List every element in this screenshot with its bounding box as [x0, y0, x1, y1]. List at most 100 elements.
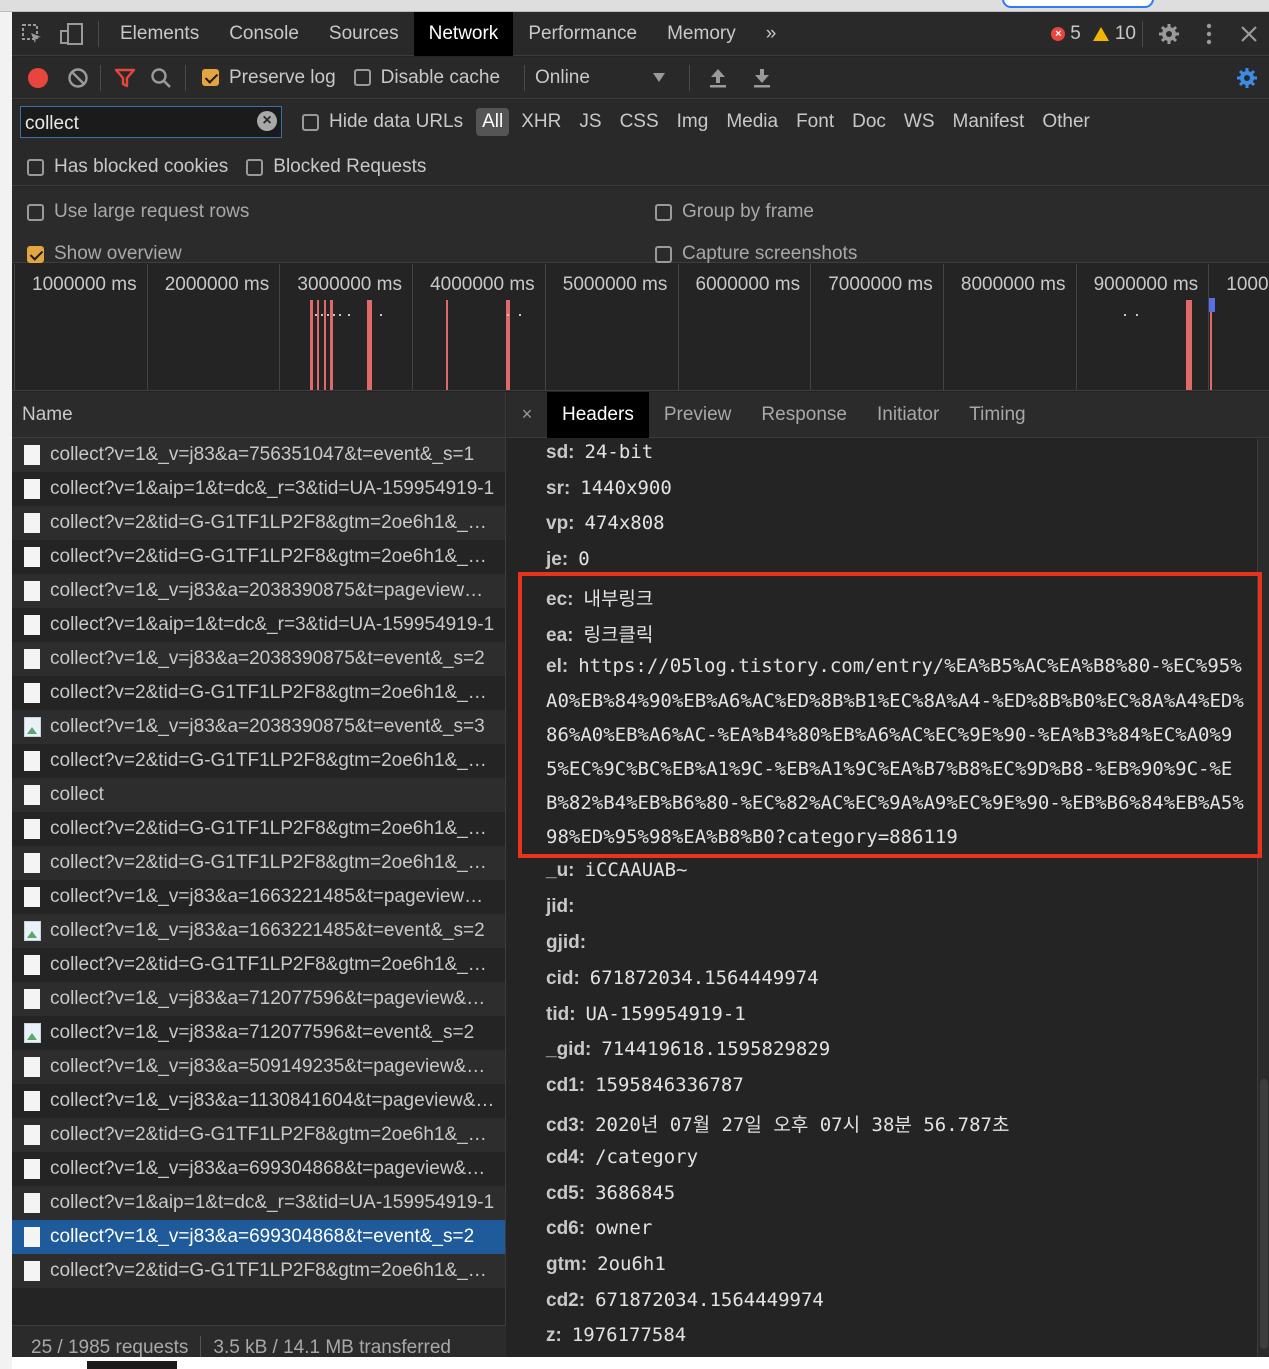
request-row[interactable]: collect?v=1&_v=j83&a=699304868&t=pagevie… [12, 1152, 505, 1186]
type-filter-all[interactable]: All [476, 108, 510, 136]
has-blocked-cookies-check[interactable] [27, 158, 44, 176]
gear-icon[interactable] [1149, 12, 1189, 56]
param-key: cd5: [546, 1183, 586, 1204]
upload-icon[interactable] [696, 56, 740, 100]
request-row[interactable]: collect?v=1&_v=j83&a=2038390875&t=event&… [12, 710, 505, 744]
disable-cache-checkbox[interactable]: Disable cache [353, 67, 500, 89]
group-by-frame-check[interactable] [655, 203, 672, 221]
scrollbar-thumb[interactable] [1260, 1079, 1268, 1349]
type-filter-img[interactable]: Img [671, 108, 715, 136]
show-overview-check[interactable] [27, 245, 44, 263]
overview-request-bar [1210, 300, 1212, 390]
tab-elements[interactable]: Elements [105, 12, 214, 56]
request-row[interactable]: collect?v=2&tid=G-G1TF1LP2F8&gtm=2oe6h1&… [12, 540, 505, 574]
disable-cache-check[interactable] [353, 69, 371, 86]
request-row[interactable]: collect?v=1&aip=1&t=dc&_r=3&tid=UA-15995… [12, 608, 505, 642]
type-filter-media[interactable]: Media [720, 108, 784, 136]
param-value: 714419618.1595829829 [601, 1038, 831, 1060]
param-key: cd3: [546, 1115, 586, 1136]
issue-counter[interactable]: × 5 10 [1051, 23, 1136, 45]
more-tabs-button[interactable]: » [751, 12, 792, 56]
request-row[interactable]: collect?v=1&aip=1&t=dc&_r=3&tid=UA-15995… [12, 1186, 505, 1220]
record-button[interactable] [28, 67, 48, 88]
request-row[interactable]: collect?v=2&tid=G-G1TF1LP2F8&gtm=2oe6h1&… [12, 676, 505, 710]
filter-icon[interactable] [107, 56, 143, 100]
type-filter-ws[interactable]: WS [898, 108, 941, 136]
network-overview[interactable]: 1000000 ms 2000000 ms 3000000 ms 4000000 ms… [12, 264, 1269, 391]
request-name: collect?v=1&_v=j83&a=1663221485&t=event&… [50, 920, 485, 941]
type-filter-js[interactable]: JS [573, 108, 607, 136]
close-details-icon[interactable]: × [507, 404, 547, 425]
device-toolbar-icon[interactable] [52, 12, 92, 56]
param-value: owner [595, 1217, 653, 1239]
request-row[interactable]: collect?v=1&_v=j83&a=1663221485&t=event&… [12, 914, 505, 948]
request-row[interactable]: collect?v=1&_v=j83&a=2038390875&t=pagevi… [12, 574, 505, 608]
details-scrollbar[interactable] [1257, 439, 1269, 1369]
request-row[interactable]: collect?v=2&tid=G-G1TF1LP2F8&gtm=2oe6h1&… [12, 1118, 505, 1152]
request-name: collect?v=2&tid=G-G1TF1LP2F8&gtm=2oe6h1&… [50, 1124, 495, 1145]
tab-headers[interactable]: Headers [547, 391, 649, 438]
tab-initiator[interactable]: Initiator [862, 392, 954, 438]
request-row[interactable]: collect?v=2&tid=G-G1TF1LP2F8&gtm=2oe6h1&… [12, 744, 505, 778]
bottom-edge [12, 1357, 1269, 1369]
capture-screenshots-setting[interactable]: Capture screenshots [655, 243, 857, 265]
kebab-menu-icon[interactable] [1189, 12, 1229, 56]
hide-data-urls-check[interactable] [302, 113, 319, 131]
request-row[interactable]: collect?v=1&_v=j83&a=712077596&t=event&_… [12, 1016, 505, 1050]
filter-options: Hide data URLs All XHR JS CSS Img Media Font Do… [302, 106, 1099, 138]
close-icon[interactable] [1229, 12, 1269, 56]
download-icon[interactable] [740, 56, 784, 100]
request-row[interactable]: collect?v=2&tid=G-G1TF1LP2F8&gtm=2oe6h1&… [12, 948, 505, 982]
preserve-log-check[interactable] [202, 69, 219, 86]
tab-preview[interactable]: Preview [649, 392, 747, 438]
param-key: je: [546, 549, 569, 570]
tab-response[interactable]: Response [746, 392, 862, 438]
name-column-header[interactable]: Name [12, 392, 505, 438]
request-row[interactable]: collect?v=1&aip=1&t=dc&_r=3&tid=UA-15995… [12, 472, 505, 506]
type-filter-font[interactable]: Font [790, 108, 840, 136]
filter-input[interactable] [20, 106, 282, 138]
show-overview-setting[interactable]: Show overview [27, 243, 182, 265]
throttle-select[interactable]: Online [535, 67, 666, 89]
clear-icon[interactable] [62, 56, 94, 100]
browser-top-edge [0, 0, 1269, 12]
tab-memory[interactable]: Memory [652, 12, 751, 56]
query-param-jid: jid: [546, 895, 585, 918]
request-row[interactable]: collect?v=1&_v=j83&a=756351047&t=event&_… [12, 438, 505, 472]
large-rows-check[interactable] [27, 203, 44, 221]
blocked-requests-check[interactable] [246, 158, 264, 176]
request-row[interactable]: collect?v=1&_v=j83&a=699304868&t=event&_… [12, 1220, 505, 1254]
request-row[interactable]: collect?v=2&tid=G-G1TF1LP2F8&gtm=2oe6h1&… [12, 812, 505, 846]
tab-timing[interactable]: Timing [954, 392, 1040, 438]
inspect-element-icon[interactable] [12, 12, 52, 56]
type-filter-css[interactable]: CSS [614, 108, 665, 136]
search-icon[interactable] [143, 56, 179, 100]
preserve-log-checkbox[interactable]: Preserve log [202, 67, 336, 89]
type-filter-xhr[interactable]: XHR [515, 108, 567, 136]
tab-console[interactable]: Console [214, 12, 314, 56]
type-filter-doc[interactable]: Doc [846, 108, 892, 136]
group-by-frame-setting[interactable]: Group by frame [655, 201, 814, 223]
network-settings-icon[interactable] [1229, 57, 1265, 99]
overview-tick-label: 9000000 ms [1093, 274, 1199, 295]
request-row[interactable]: collect?v=2&tid=G-G1TF1LP2F8&gtm=2oe6h1&… [12, 846, 505, 880]
clear-filter-icon[interactable]: × [257, 111, 277, 131]
type-filter-manifest[interactable]: Manifest [947, 108, 1031, 136]
tab-sources[interactable]: Sources [314, 12, 414, 56]
tab-performance[interactable]: Performance [513, 12, 652, 56]
type-filter-other[interactable]: Other [1036, 108, 1096, 136]
request-row[interactable]: collect?v=1&_v=j83&a=2038390875&t=event&… [12, 642, 505, 676]
request-row[interactable]: collect?v=2&tid=G-G1TF1LP2F8&gtm=2oe6h1&… [12, 1254, 505, 1288]
request-row[interactable]: collect [12, 778, 505, 812]
request-row[interactable]: collect?v=2&tid=G-G1TF1LP2F8&gtm=2oe6h1&… [12, 506, 505, 540]
capture-screenshots-check[interactable] [655, 245, 672, 263]
request-row[interactable]: collect?v=1&_v=j83&a=712077596&t=pagevie… [12, 982, 505, 1016]
request-row[interactable]: collect?v=1&_v=j83&a=509149235&t=pagevie… [12, 1050, 505, 1084]
request-name: collect?v=1&_v=j83&a=712077596&t=event&_… [50, 1022, 475, 1043]
large-rows-setting[interactable]: Use large request rows [27, 201, 249, 223]
tab-network[interactable]: Network [413, 12, 514, 56]
request-row[interactable]: collect?v=1&_v=j83&a=1130841604&t=pagevi… [12, 1084, 505, 1118]
overview-tick-label: 7000000 ms [828, 274, 933, 295]
request-row[interactable]: collect?v=1&_v=j83&a=1663221485&t=pagevi… [12, 880, 505, 914]
network-toolbar: Preserve log Disable cache Online [12, 57, 1269, 99]
